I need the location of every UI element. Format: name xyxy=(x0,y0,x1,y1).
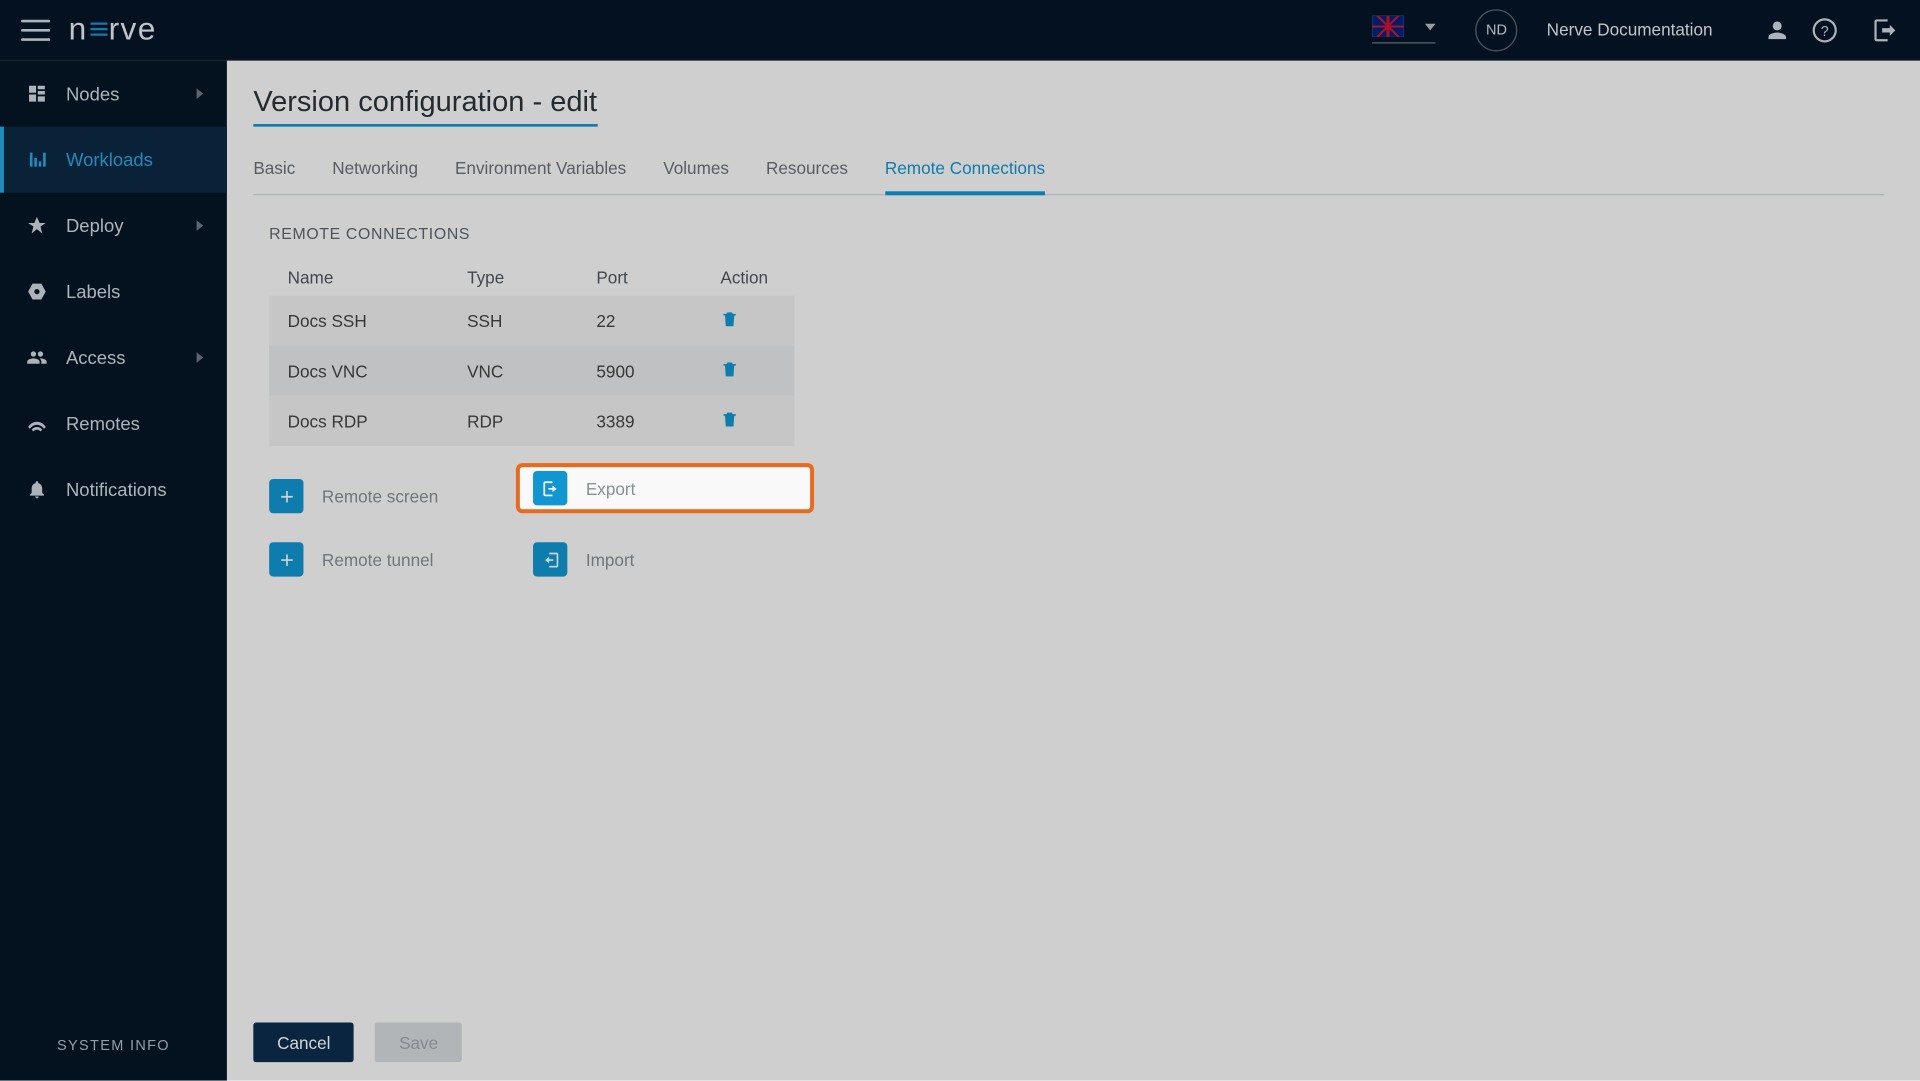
sidebar: Nodes Workloads Deploy Labels Access xyxy=(0,61,227,1081)
sidebar-item-notifications[interactable]: Notifications xyxy=(0,457,227,523)
app-logo: n≡rve xyxy=(69,11,157,48)
chevron-right-icon xyxy=(197,88,204,99)
col-name: Name xyxy=(288,267,467,287)
sidebar-item-nodes[interactable]: Nodes xyxy=(0,61,227,127)
tab-env-variables[interactable]: Environment Variables xyxy=(455,158,626,194)
sidebar-item-label: Nodes xyxy=(66,83,119,104)
table-row[interactable]: Docs RDP RDP 3389 xyxy=(269,396,794,446)
help-icon[interactable]: ? xyxy=(1810,15,1839,44)
remotes-icon xyxy=(24,413,50,434)
tab-volumes[interactable]: Volumes xyxy=(663,158,729,194)
add-remote-screen-button[interactable]: Remote screen xyxy=(269,475,533,517)
cancel-button[interactable]: Cancel xyxy=(253,1023,354,1063)
workloads-icon xyxy=(24,149,50,170)
sidebar-item-label: Labels xyxy=(66,281,120,302)
tab-networking[interactable]: Networking xyxy=(332,158,418,194)
delete-row-button[interactable] xyxy=(720,410,812,432)
nodes-icon xyxy=(24,83,50,104)
chevron-down-icon xyxy=(1425,23,1436,30)
main-content: Version configuration - edit Basic Netwo… xyxy=(227,61,1920,1081)
chevron-right-icon xyxy=(197,220,204,231)
tab-resources[interactable]: Resources xyxy=(766,158,848,194)
app-header: n≡rve ND Nerve Documentation ? xyxy=(0,0,1920,61)
logout-icon[interactable] xyxy=(1871,15,1900,44)
import-button[interactable]: Import xyxy=(533,538,797,580)
delete-row-button[interactable] xyxy=(720,309,812,331)
remote-connections-table: Name Type Port Action Docs SSH SSH 22 Do… xyxy=(269,259,794,446)
sidebar-item-label: Remotes xyxy=(66,413,140,434)
col-action: Action xyxy=(720,267,812,287)
labels-icon xyxy=(24,281,50,302)
add-remote-tunnel-button[interactable]: Remote tunnel xyxy=(269,538,533,580)
tab-basic[interactable]: Basic xyxy=(253,158,295,194)
sidebar-item-label: Notifications xyxy=(66,479,167,500)
bell-icon xyxy=(24,479,50,500)
col-port: Port xyxy=(596,267,720,287)
documentation-link[interactable]: Nerve Documentation xyxy=(1547,20,1713,40)
access-icon xyxy=(24,347,50,368)
sidebar-item-label: Workloads xyxy=(66,149,153,170)
system-info-link[interactable]: SYSTEM INFO xyxy=(0,1012,227,1081)
tab-remote-connections[interactable]: Remote Connections xyxy=(885,158,1045,195)
delete-row-button[interactable] xyxy=(720,360,812,382)
user-icon[interactable] xyxy=(1763,15,1792,44)
menu-icon[interactable] xyxy=(21,19,50,40)
col-type: Type xyxy=(467,267,596,287)
chevron-right-icon xyxy=(197,352,204,363)
table-header-row: Name Type Port Action xyxy=(269,259,794,296)
import-icon xyxy=(533,542,567,576)
language-selector[interactable] xyxy=(1373,16,1436,44)
svg-text:?: ? xyxy=(1821,23,1829,39)
section-label: REMOTE CONNECTIONS xyxy=(269,224,1884,242)
user-avatar[interactable]: ND xyxy=(1475,9,1517,51)
page-title: Version configuration - edit xyxy=(253,84,597,126)
tabs: Basic Networking Environment Variables V… xyxy=(253,158,1884,195)
table-row[interactable]: Docs SSH SSH 22 xyxy=(269,296,794,346)
plus-icon xyxy=(269,479,303,513)
sidebar-item-remotes[interactable]: Remotes xyxy=(0,391,227,457)
sidebar-item-workloads[interactable]: Workloads xyxy=(0,127,227,193)
sidebar-item-label: Access xyxy=(66,347,126,368)
sidebar-item-deploy[interactable]: Deploy xyxy=(0,193,227,259)
export-icon xyxy=(533,471,567,505)
sidebar-item-label: Deploy xyxy=(66,215,124,236)
deploy-icon xyxy=(24,215,50,236)
export-button[interactable]: Export xyxy=(520,467,810,509)
table-row[interactable]: Docs VNC VNC 5900 xyxy=(269,346,794,396)
plus-icon xyxy=(269,542,303,576)
sidebar-item-labels[interactable]: Labels xyxy=(0,259,227,325)
uk-flag-icon xyxy=(1373,16,1405,37)
save-button[interactable]: Save xyxy=(375,1023,462,1063)
sidebar-item-access[interactable]: Access xyxy=(0,325,227,391)
